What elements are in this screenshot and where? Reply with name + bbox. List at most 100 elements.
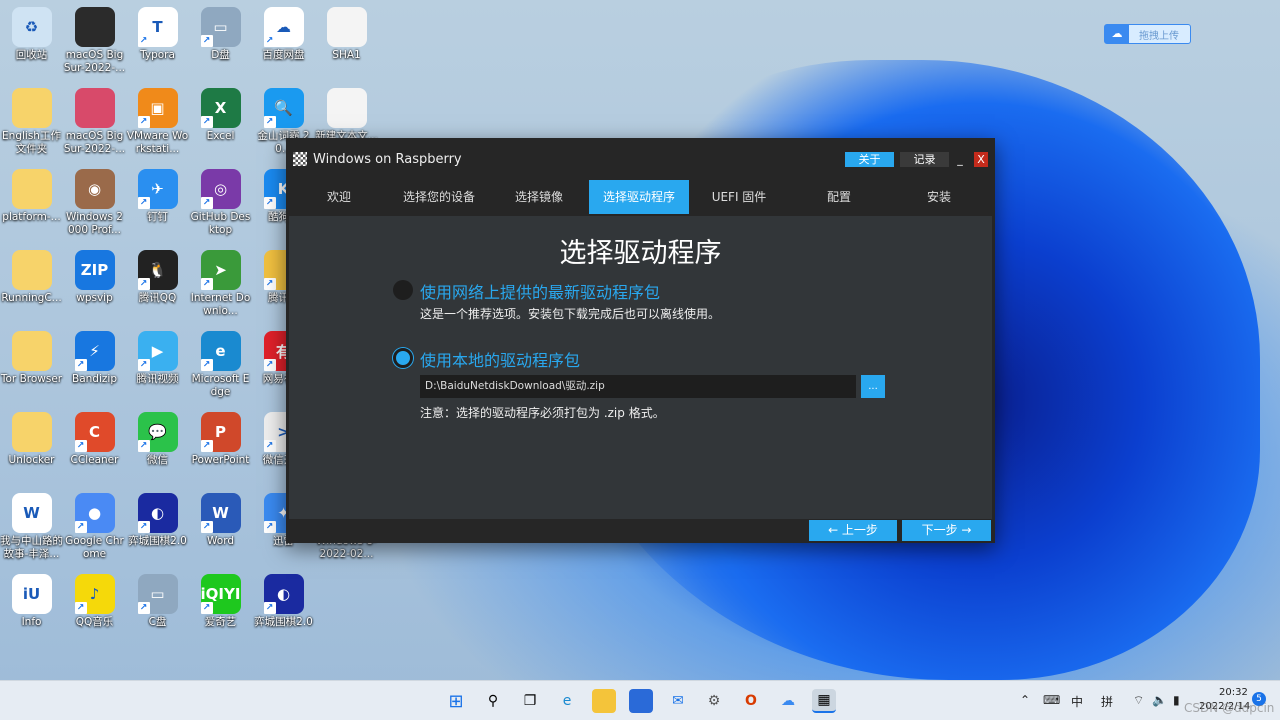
desktop-icon[interactable]: ➤ ↗ Internet Downlo...: [189, 245, 252, 318]
desktop-icon[interactable]: W 我与中山路的故事-丰泽...: [0, 488, 63, 561]
ime-mode[interactable]: 拼: [1101, 693, 1113, 710]
driver-path-input[interactable]: D:\BaiduNetdiskDownload\驱动.zip: [420, 375, 856, 398]
task-view-icon[interactable]: ❐: [518, 689, 542, 713]
next-button[interactable]: 下一步 →: [902, 520, 991, 541]
icon-glyph: iQIYI: [200, 585, 241, 603]
icon-label: wpsvip: [76, 292, 113, 304]
tab-step-3[interactable]: 选择驱动程序: [589, 180, 689, 214]
desktop-icon[interactable]: English工作文件夹: [0, 83, 63, 156]
close-button[interactable]: X: [974, 152, 988, 167]
volume-icon[interactable]: 🔈: [1152, 693, 1167, 707]
keyboard-icon[interactable]: ⌨: [1043, 693, 1060, 707]
prev-button[interactable]: ← 上一步: [809, 520, 897, 541]
icon-glyph: W: [23, 504, 40, 522]
desktop-icon[interactable]: macOS Big Sur-2022-...: [63, 83, 126, 156]
icon-glyph: ◐: [150, 504, 165, 522]
desktop-icon[interactable]: ● ↗ Google Chrome: [63, 488, 126, 561]
icon-label: macOS Big Sur-2022-...: [63, 130, 126, 155]
clock-time[interactable]: 20:32: [1219, 687, 1248, 698]
minimize-button[interactable]: _: [954, 152, 966, 167]
desktop-icon[interactable]: C ↗ CCleaner: [63, 407, 126, 467]
ime-lang[interactable]: 中: [1071, 693, 1083, 710]
icon-label: Bandizip: [72, 373, 117, 385]
tab-step-5[interactable]: 配置: [789, 180, 889, 216]
tab-step-2[interactable]: 选择镜像: [489, 180, 589, 216]
browse-button[interactable]: ...: [861, 375, 885, 398]
about-button[interactable]: 关于: [845, 152, 894, 167]
mail-icon[interactable]: ✉: [666, 689, 690, 713]
desktop-icon[interactable]: ▣ ↗ VMware Workstati...: [126, 83, 189, 156]
desktop-icon[interactable]: ✈ ↗ 钉钉: [126, 164, 189, 224]
icon-glyph: e: [215, 342, 226, 360]
baidu-upload-widget[interactable]: ☁ 拖拽上传: [1104, 24, 1191, 44]
icon-label: 弈城围棋2.0: [254, 616, 313, 628]
desktop-icon[interactable]: Tor Browser: [0, 326, 63, 386]
desktop-icon[interactable]: iQIYI ↗ 爱奇艺: [189, 569, 252, 629]
option-local-label[interactable]: 使用本地的驱动程序包: [420, 347, 580, 371]
settings-icon[interactable]: ⚙: [702, 689, 726, 713]
step-tabs: 欢迎 选择您的设备 选择镜像 选择驱动程序 UEFI 固件 配置 安装: [286, 180, 995, 216]
desktop-icon[interactable]: ☁ ↗ 百度网盘: [252, 2, 315, 62]
app-icon: ♻: [11, 7, 52, 47]
desktop-icon[interactable]: X ↗ Excel: [189, 83, 252, 143]
app-icon: [11, 88, 52, 128]
edge-icon[interactable]: e: [555, 689, 579, 713]
tab-step-0[interactable]: 欢迎: [289, 180, 389, 216]
desktop-icon[interactable]: T ↗ Typora: [126, 2, 189, 62]
store-icon[interactable]: [629, 689, 653, 713]
desktop-icon[interactable]: ♻ 回收站: [0, 2, 63, 62]
app-icon: [11, 331, 52, 371]
shortcut-arrow-icon: ↗: [263, 359, 276, 371]
desktop-icon[interactable]: ◐ ↗ 弈城围棋2.0: [126, 488, 189, 548]
radio-local-driver[interactable]: [393, 348, 413, 368]
icon-label: Info: [21, 616, 42, 628]
wor-taskbar-icon[interactable]: ▦: [812, 689, 836, 713]
desktop-icon[interactable]: ◎ ↗ GitHub Desktop: [189, 164, 252, 237]
desktop-icon[interactable]: Unlocker: [0, 407, 63, 467]
desktop-icon[interactable]: W ↗ Word: [189, 488, 252, 548]
tab-step-1[interactable]: 选择您的设备: [389, 180, 489, 216]
desktop-icon[interactable]: 💬 ↗ 微信: [126, 407, 189, 467]
desktop-icon[interactable]: RunningC...: [0, 245, 63, 305]
icon-glyph: T: [152, 18, 163, 36]
icon-label: PowerPoint: [191, 454, 250, 466]
desktop-icon[interactable]: ▭ ↗ D盘: [189, 2, 252, 62]
start-icon[interactable]: ⊞: [444, 689, 468, 713]
battery-icon[interactable]: ▮: [1173, 693, 1180, 707]
desktop-icon[interactable]: platform-...: [0, 164, 63, 224]
desktop-icon[interactable]: ♪ ↗ QQ音乐: [63, 569, 126, 629]
search-icon[interactable]: ⚲: [481, 689, 505, 713]
wifi-icon[interactable]: ⌔: [1133, 693, 1144, 708]
option-online-label[interactable]: 使用网络上提供的最新驱动程序包: [420, 279, 660, 303]
desktop-icon[interactable]: SHA1: [315, 2, 378, 62]
tab-step-4[interactable]: UEFI 固件: [689, 180, 789, 216]
baidu-netdisk-icon[interactable]: ☁: [776, 689, 800, 713]
desktop-icon[interactable]: ▭ ↗ C盘: [126, 569, 189, 629]
desktop-icon[interactable]: 🐧 ↗ 腾讯QQ: [126, 245, 189, 305]
desktop-icon[interactable]: P ↗ PowerPoint: [189, 407, 252, 467]
icon-glyph: 💬: [148, 423, 167, 441]
desktop-icon[interactable]: ◐ ↗ 弈城围棋2.0: [252, 569, 315, 629]
desktop-icon[interactable]: ⚡ ↗ Bandizip: [63, 326, 126, 386]
desktop-icon[interactable]: ◉ Windows 2000 Prof...: [63, 164, 126, 237]
app-icon: ✈ ↗: [137, 169, 178, 209]
radio-online-driver[interactable]: [393, 280, 413, 300]
app-logo-icon: [293, 152, 307, 166]
app-icon: ➤ ↗: [200, 250, 241, 290]
content-panel: 选择驱动程序 使用网络上提供的最新驱动程序包 这是一个推荐选项。安装包下载完成后…: [289, 216, 992, 519]
office-icon[interactable]: O: [739, 689, 763, 713]
tray-chevron-icon[interactable]: ⌃: [1020, 693, 1030, 707]
desktop-icon[interactable]: macOS Big Sur-2022-...: [63, 2, 126, 75]
desktop-icon[interactable]: ZIP wpsvip: [63, 245, 126, 305]
file-explorer-icon[interactable]: [592, 689, 616, 713]
log-button[interactable]: 记录: [900, 152, 949, 167]
icon-glyph: C: [88, 423, 100, 441]
tab-step-6[interactable]: 安装: [889, 180, 989, 216]
app-icon: iQIYI ↗: [200, 574, 241, 614]
baidu-cloud-icon: ☁: [1105, 25, 1129, 43]
desktop-icon[interactable]: iU Info: [0, 569, 63, 629]
desktop-icon[interactable]: ▶ ↗ 腾讯视频: [126, 326, 189, 386]
desktop-icon[interactable]: 新建文本文...: [315, 83, 378, 143]
shortcut-arrow-icon: ↗: [200, 521, 213, 533]
desktop-icon[interactable]: e ↗ Microsoft Edge: [189, 326, 252, 399]
